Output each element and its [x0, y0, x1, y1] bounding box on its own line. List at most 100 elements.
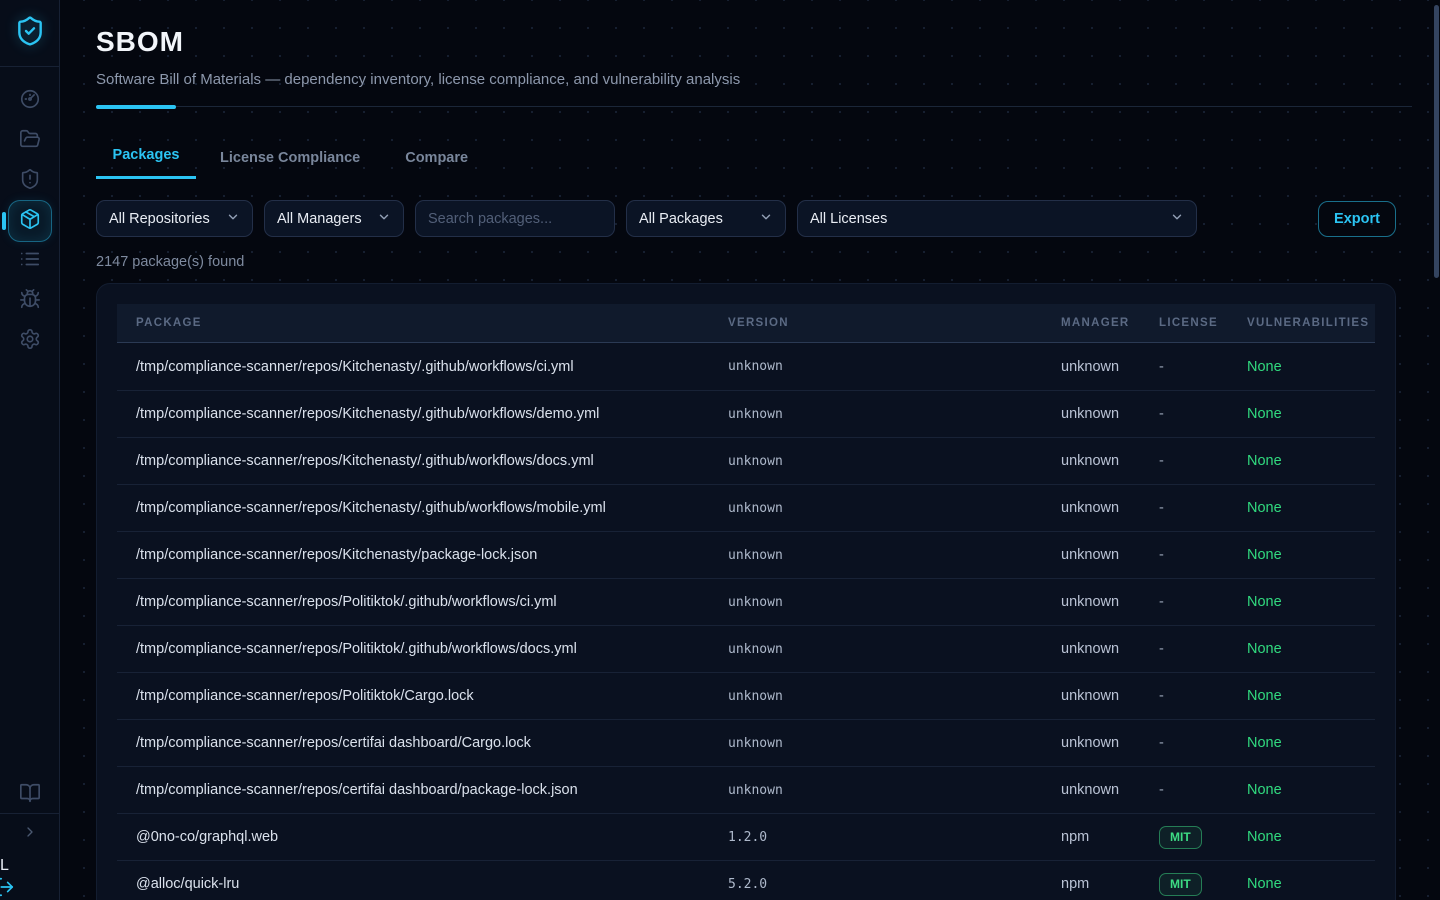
sidebar-item-repositories[interactable] — [0, 121, 60, 161]
chevron-down-icon — [1170, 210, 1184, 228]
sidebar-nav — [0, 81, 59, 361]
manager-select-value: All Managers — [277, 211, 362, 227]
version-cell: unknown — [728, 736, 1061, 751]
license-cell: - — [1159, 547, 1247, 563]
package-path-cell: /tmp/compliance-scanner/repos/Kitchenast… — [136, 547, 728, 563]
package-path-cell: /tmp/compliance-scanner/repos/Kitchenast… — [136, 406, 728, 422]
logout-button[interactable] — [0, 876, 59, 900]
vulnerabilities-cell: None — [1247, 876, 1377, 892]
table-row: /tmp/compliance-scanner/repos/Kitchenast… — [117, 343, 1375, 390]
version-cell: unknown — [728, 454, 1061, 469]
table-row: @alloc/quick-lru 5.2.0 npm MIT None — [117, 860, 1375, 900]
table-row: /tmp/compliance-scanner/repos/Politiktok… — [117, 578, 1375, 625]
license-cell: - — [1159, 641, 1247, 657]
package-path-cell: @alloc/quick-lru — [136, 876, 728, 892]
tab-packages[interactable]: Packages — [96, 147, 196, 179]
license-cell: - — [1159, 594, 1247, 610]
manager-cell: npm — [1061, 829, 1159, 845]
package-type-select[interactable]: All Packages — [626, 200, 786, 237]
manager-cell: unknown — [1061, 547, 1159, 563]
gauge-icon — [19, 88, 41, 115]
manager-cell: unknown — [1061, 453, 1159, 469]
package-path-cell: /tmp/compliance-scanner/repos/Politiktok… — [136, 594, 728, 610]
sidebar-item-settings[interactable] — [0, 321, 60, 361]
license-cell: MIT — [1159, 873, 1202, 896]
version-cell: unknown — [728, 359, 1061, 374]
sidebar-expand-button[interactable] — [0, 814, 59, 855]
license-cell: - — [1159, 359, 1247, 375]
table-row: /tmp/compliance-scanner/repos/Politiktok… — [117, 625, 1375, 672]
sidebar: L — [0, 0, 60, 900]
tab-bar: Packages License Compliance Compare — [96, 147, 1396, 179]
table-row: /tmp/compliance-scanner/repos/certifai d… — [117, 719, 1375, 766]
column-header-version: VERSION — [728, 317, 1061, 329]
package-path-cell: /tmp/compliance-scanner/repos/certifai d… — [136, 782, 728, 798]
package-path-cell: /tmp/compliance-scanner/repos/Kitchenast… — [136, 500, 728, 516]
repository-select[interactable]: All Repositories — [96, 200, 253, 237]
tab-license-compliance[interactable]: License Compliance — [220, 150, 360, 179]
license-cell: - — [1159, 500, 1247, 516]
package-path-cell: /tmp/compliance-scanner/repos/Kitchenast… — [136, 359, 728, 375]
sidebar-item-vulnerabilities[interactable] — [0, 281, 60, 321]
shield-check-icon — [14, 15, 46, 52]
app-logo[interactable] — [0, 0, 59, 67]
manager-select[interactable]: All Managers — [264, 200, 404, 237]
version-cell: unknown — [728, 689, 1061, 704]
version-cell: unknown — [728, 595, 1061, 610]
sidebar-item-compliance[interactable] — [0, 161, 60, 201]
license-cell: - — [1159, 688, 1247, 704]
filter-bar: All Repositories All Managers All Packag… — [96, 200, 1396, 237]
header-divider-accent — [96, 105, 176, 109]
manager-cell: unknown — [1061, 500, 1159, 516]
table-row: /tmp/compliance-scanner/repos/Kitchenast… — [117, 437, 1375, 484]
license-cell: - — [1159, 782, 1247, 798]
header-divider — [96, 105, 1412, 109]
page-title: SBOM — [96, 26, 1396, 58]
manager-cell: unknown — [1061, 735, 1159, 751]
license-cell: MIT — [1159, 826, 1202, 849]
manager-cell: unknown — [1061, 406, 1159, 422]
license-cell: - — [1159, 453, 1247, 469]
license-select[interactable]: All Licenses — [797, 200, 1197, 237]
version-cell: unknown — [728, 642, 1061, 657]
vulnerabilities-cell: None — [1247, 829, 1377, 845]
vulnerabilities-cell: None — [1247, 453, 1377, 469]
license-select-value: All Licenses — [810, 211, 887, 227]
shield-alert-icon — [19, 168, 41, 195]
sidebar-item-dashboard[interactable] — [0, 81, 60, 121]
table-row: /tmp/compliance-scanner/repos/Kitchenast… — [117, 484, 1375, 531]
table-body: /tmp/compliance-scanner/repos/Kitchenast… — [117, 343, 1375, 900]
sidebar-item-docs[interactable] — [0, 777, 59, 813]
tab-compare[interactable]: Compare — [405, 150, 468, 179]
package-path-cell: @0no-co/graphql.web — [136, 829, 728, 845]
packages-table-card: PACKAGE VERSION MANAGER LICENSE VULNERAB… — [96, 283, 1396, 900]
search-input[interactable] — [415, 200, 615, 237]
manager-cell: unknown — [1061, 359, 1159, 375]
package-path-cell: /tmp/compliance-scanner/repos/Kitchenast… — [136, 453, 728, 469]
sidebar-item-inventory[interactable] — [0, 241, 60, 281]
package-path-cell: /tmp/compliance-scanner/repos/Politiktok… — [136, 641, 728, 657]
column-header-package: PACKAGE — [136, 317, 728, 329]
app-root: L SBOM Software Bill of Materials — depe… — [0, 0, 1440, 900]
list-icon — [19, 248, 41, 275]
table-row: /tmp/compliance-scanner/repos/certifai d… — [117, 766, 1375, 813]
vulnerabilities-cell: None — [1247, 735, 1377, 751]
vulnerabilities-cell: None — [1247, 547, 1377, 563]
vulnerabilities-cell: None — [1247, 641, 1377, 657]
vulnerabilities-cell: None — [1247, 359, 1377, 375]
sidebar-item-sbom[interactable] — [0, 201, 60, 241]
vulnerabilities-cell: None — [1247, 500, 1377, 516]
vertical-scrollbar-thumb[interactable] — [1434, 5, 1439, 278]
version-cell: 1.2.0 — [728, 830, 1061, 845]
version-cell: unknown — [728, 548, 1061, 563]
table-header-row: PACKAGE VERSION MANAGER LICENSE VULNERAB… — [117, 304, 1375, 343]
package-path-cell: /tmp/compliance-scanner/repos/Politiktok… — [136, 688, 728, 704]
version-cell: unknown — [728, 407, 1061, 422]
export-button[interactable]: Export — [1318, 201, 1396, 237]
vulnerabilities-cell: None — [1247, 782, 1377, 798]
license-cell: - — [1159, 406, 1247, 422]
package-path-cell: /tmp/compliance-scanner/repos/certifai d… — [136, 735, 728, 751]
column-header-manager: MANAGER — [1061, 317, 1159, 329]
manager-cell: unknown — [1061, 782, 1159, 798]
chevron-down-icon — [377, 210, 391, 228]
